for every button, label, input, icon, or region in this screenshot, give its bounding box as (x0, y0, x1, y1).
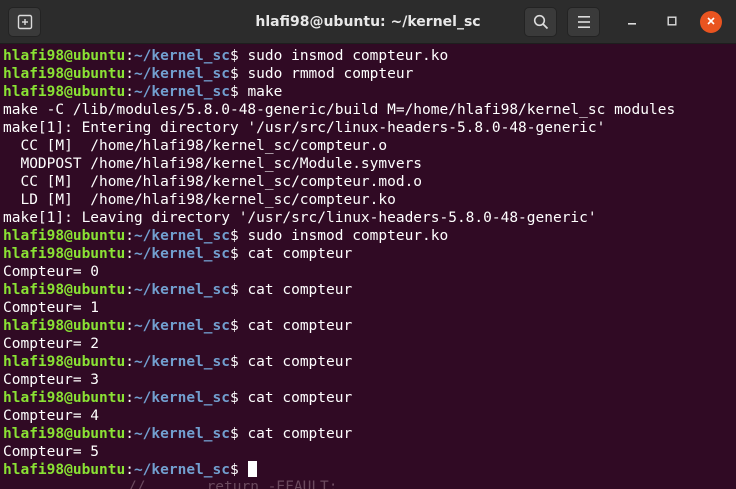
terminal-output[interactable]: hlafi98@ubuntu:~/kernel_sc$ sudo insmod … (0, 47, 736, 489)
command-text: cat compteur (247, 318, 353, 334)
prompt-symbol: $ (229, 426, 248, 442)
prompt-line: hlafi98@ubuntu:~/kernel_sc$ cat compteur (3, 425, 736, 443)
command-text: sudo rmmod compteur (247, 66, 414, 82)
command-text: sudo insmod compteur.ko (247, 48, 449, 64)
output-line: MODPOST /home/hlafi98/kernel_sc/Module.s… (3, 156, 423, 172)
prompt-separator: : (125, 48, 134, 64)
prompt-symbol: $ (229, 246, 248, 262)
menu-button[interactable] (567, 7, 600, 37)
prompt-separator: : (125, 354, 134, 370)
prompt-user: hlafi98@ubuntu (3, 426, 126, 442)
command-text: make (247, 84, 283, 100)
prompt-symbol: $ (229, 228, 248, 244)
output-line: Compteur= 3 (3, 372, 100, 388)
output-line: Compteur= 0 (3, 264, 100, 280)
prompt-symbol: $ (229, 66, 248, 82)
output-line: LD [M] /home/hlafi98/kernel_sc/compteur.… (3, 192, 396, 208)
prompt-user: hlafi98@ubuntu (3, 228, 126, 244)
prompt-path: ~/kernel_sc (133, 246, 230, 262)
prompt-path: ~/kernel_sc (133, 354, 230, 370)
prompt-separator: : (125, 228, 134, 244)
prompt-line: hlafi98@ubuntu:~/kernel_sc$ sudo rmmod c… (3, 65, 736, 83)
prompt-path: ~/kernel_sc (133, 48, 230, 64)
prompt-user: hlafi98@ubuntu (3, 282, 126, 298)
output-line: CC [M] /home/hlafi98/kernel_sc/compteur.… (3, 174, 423, 190)
maximize-button[interactable] (662, 12, 682, 32)
output-line: Compteur= 4 (3, 408, 100, 424)
prompt-path: ~/kernel_sc (133, 282, 230, 298)
command-text: sudo insmod compteur.ko (247, 228, 449, 244)
prompt-line: hlafi98@ubuntu:~/kernel_sc$ cat compteur (3, 245, 736, 263)
prompt-path: ~/kernel_sc (133, 228, 230, 244)
command-text: cat compteur (247, 354, 353, 370)
output-line: CC [M] /home/hlafi98/kernel_sc/compteur.… (3, 138, 388, 154)
prompt-symbol: $ (229, 48, 248, 64)
hamburger-menu-icon (577, 16, 591, 28)
terminal-window: hlafi98@ubuntu: ~/kernel_sc hlafi98@ubun… (0, 0, 736, 489)
text-cursor (248, 461, 258, 477)
output-line: make -C /lib/modules/5.8.0-48-generic/bu… (3, 102, 676, 118)
close-icon (706, 13, 716, 31)
prompt-line: hlafi98@ubuntu:~/kernel_sc$ cat compteur (3, 389, 736, 407)
prompt-user: hlafi98@ubuntu (3, 462, 126, 478)
prompt-user: hlafi98@ubuntu (3, 48, 126, 64)
prompt-path: ~/kernel_sc (133, 462, 230, 478)
prompt-path: ~/kernel_sc (133, 84, 230, 100)
prompt-symbol: $ (229, 354, 248, 370)
prompt-line: hlafi98@ubuntu:~/kernel_sc$ cat compteur (3, 281, 736, 299)
search-icon (533, 14, 549, 30)
prompt-path: ~/kernel_sc (133, 426, 230, 442)
prompt-path: ~/kernel_sc (133, 318, 230, 334)
command-text: cat compteur (247, 246, 353, 262)
prompt-separator: : (125, 462, 134, 478)
prompt-line: hlafi98@ubuntu:~/kernel_sc$ cat compteur (3, 353, 736, 371)
prompt-symbol: $ (229, 282, 248, 298)
search-button[interactable] (524, 7, 557, 37)
prompt-user: hlafi98@ubuntu (3, 246, 126, 262)
prompt-separator: : (125, 66, 134, 82)
prompt-symbol: $ (229, 462, 248, 478)
output-line: Compteur= 2 (3, 336, 100, 352)
prompt-path: ~/kernel_sc (133, 66, 230, 82)
prompt-symbol: $ (229, 84, 248, 100)
prompt-user: hlafi98@ubuntu (3, 84, 126, 100)
maximize-icon (667, 13, 677, 31)
background-ghost-text: // return -EFAULT; (128, 479, 338, 489)
title-bar: hlafi98@ubuntu: ~/kernel_sc (0, 0, 736, 44)
prompt-line: hlafi98@ubuntu:~/kernel_sc$ make (3, 83, 736, 101)
close-button[interactable] (700, 11, 722, 33)
prompt-separator: : (125, 84, 134, 100)
prompt-symbol: $ (229, 318, 248, 334)
output-line: Compteur= 5 (3, 444, 100, 460)
prompt-symbol: $ (229, 390, 248, 406)
command-text: cat compteur (247, 282, 353, 298)
output-line: make[1]: Entering directory '/usr/src/li… (3, 120, 606, 136)
prompt-user: hlafi98@ubuntu (3, 318, 126, 334)
prompt-line: hlafi98@ubuntu:~/kernel_sc$ cat compteur (3, 317, 736, 335)
output-line: make[1]: Leaving directory '/usr/src/lin… (3, 210, 597, 226)
prompt-separator: : (125, 318, 134, 334)
prompt-line: hlafi98@ubuntu:~/kernel_sc$ sudo insmod … (3, 47, 736, 65)
command-text: cat compteur (247, 426, 353, 442)
command-text: cat compteur (247, 390, 353, 406)
prompt-line: hlafi98@ubuntu:~/kernel_sc$ (3, 461, 736, 479)
prompt-separator: : (125, 426, 134, 442)
prompt-separator: : (125, 390, 134, 406)
prompt-user: hlafi98@ubuntu (3, 354, 126, 370)
prompt-separator: : (125, 246, 134, 262)
output-line: Compteur= 1 (3, 300, 100, 316)
prompt-separator: : (125, 282, 134, 298)
prompt-line: hlafi98@ubuntu:~/kernel_sc$ sudo insmod … (3, 227, 736, 245)
prompt-path: ~/kernel_sc (133, 390, 230, 406)
prompt-user: hlafi98@ubuntu (3, 66, 126, 82)
minimize-icon (627, 13, 637, 31)
minimize-button[interactable] (622, 12, 642, 32)
prompt-user: hlafi98@ubuntu (3, 390, 126, 406)
